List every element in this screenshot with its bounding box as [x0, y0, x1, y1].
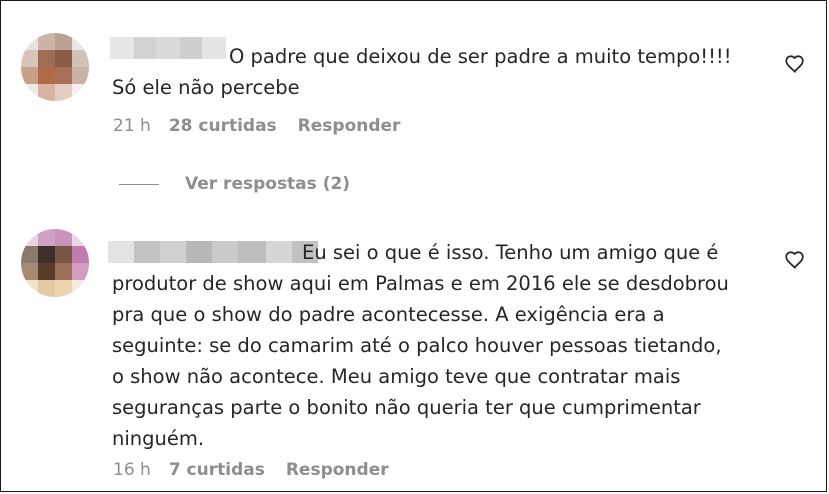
comment-text: produtor de show aqui em Palmas e em 201… — [112, 272, 729, 450]
comment-meta: 16 h 7 curtidas Responder — [113, 460, 389, 480]
avatar[interactable] — [21, 229, 89, 297]
view-replies-label: Ver respostas (2) — [185, 174, 351, 194]
replies-divider-line — [119, 183, 159, 185]
reply-button[interactable]: Responder — [298, 116, 401, 136]
comment-time[interactable]: 21 h — [113, 116, 151, 136]
comment-text-line1: O padre que deixou de ser padre a muito … — [229, 45, 732, 68]
reply-button[interactable]: Responder — [286, 460, 389, 480]
like-count[interactable]: 28 curtidas — [169, 116, 277, 136]
heart-outline-icon[interactable] — [784, 53, 806, 75]
comment-text-line1: Eu sei o que é isso. Tenho um amigo que … — [302, 241, 719, 264]
view-replies-button[interactable]: Ver respostas (2) — [119, 174, 350, 194]
username-blurred[interactable] — [108, 241, 318, 263]
comment-text: Só ele não percebe — [112, 76, 300, 99]
heart-outline-icon[interactable] — [784, 249, 806, 271]
like-count[interactable]: 7 curtidas — [169, 460, 265, 480]
comment-meta: 21 h 28 curtidas Responder — [113, 116, 400, 136]
username-blurred[interactable] — [110, 37, 226, 59]
avatar[interactable] — [21, 33, 89, 101]
comment-time[interactable]: 16 h — [113, 460, 151, 480]
